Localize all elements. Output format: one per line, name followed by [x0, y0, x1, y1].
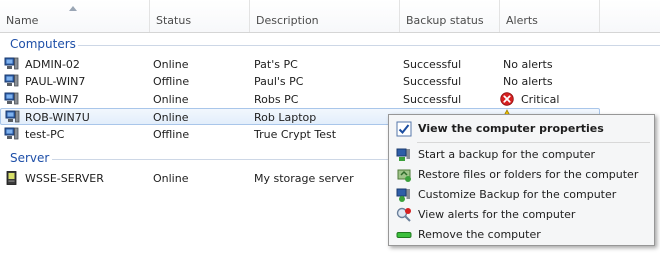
alerts-cell: Critical — [521, 93, 560, 106]
status-cell: Online — [153, 93, 189, 106]
start-backup-icon — [396, 148, 410, 161]
column-description[interactable]: Description — [250, 0, 400, 32]
status-cell: Online — [153, 111, 189, 124]
menu-item-remove[interactable]: Remove the computer — [391, 225, 652, 244]
context-menu: View the computer properties Start a bac… — [388, 114, 655, 246]
group-label-server[interactable]: Server — [10, 151, 49, 165]
computer-name: PAUL-WIN7 — [25, 75, 86, 88]
computer-name: ADMIN-02 — [25, 58, 80, 71]
computer-icon — [4, 127, 19, 140]
status-cell: Offline — [153, 128, 190, 141]
menu-item-label: Start a backup for the computer — [418, 148, 596, 161]
menu-item-view-alerts[interactable]: View alerts for the computer — [391, 205, 652, 224]
computer-name: test-PC — [25, 128, 65, 141]
computer-icon — [4, 92, 19, 105]
table-row[interactable]: PAUL-WIN7 Offline Paul's PC Successful N… — [0, 73, 600, 90]
computer-name: WSSE-SERVER — [25, 172, 104, 185]
status-cell: Offline — [153, 75, 190, 88]
alerts-cell: No alerts — [503, 75, 553, 88]
remove-icon — [396, 232, 412, 238]
alerts-cell: No alerts — [503, 58, 553, 71]
restore-files-icon — [397, 169, 411, 182]
description-cell: Pat's PC — [254, 58, 298, 71]
critical-alert-icon — [500, 92, 514, 106]
backup-status-cell: Successful — [403, 75, 462, 88]
column-status[interactable]: Status — [150, 0, 250, 32]
menu-item-label: View alerts for the computer — [418, 208, 576, 221]
menu-item-label: Remove the computer — [418, 228, 541, 241]
computer-icon — [4, 57, 19, 70]
properties-checkbox-icon — [396, 121, 412, 137]
menu-item-start-backup[interactable]: Start a backup for the computer — [391, 145, 652, 164]
column-backup-status[interactable]: Backup status — [400, 0, 500, 32]
column-name[interactable]: Name — [0, 0, 150, 32]
group-divider — [52, 159, 388, 160]
table-row[interactable]: ADMIN-02 Online Pat's PC Successful No a… — [0, 56, 600, 73]
menu-item-label: Restore files or folders for the compute… — [418, 168, 639, 181]
group-label-computers[interactable]: Computers — [10, 37, 76, 51]
menu-item-customize-backup[interactable]: Customize Backup for the computer — [391, 185, 652, 204]
menu-separator — [417, 142, 650, 143]
description-cell: My storage server — [254, 172, 354, 185]
view-alerts-icon — [396, 207, 411, 222]
backup-status-cell: Successful — [403, 58, 462, 71]
menu-item-label: View the computer properties — [418, 122, 604, 135]
backup-status-cell: Successful — [403, 93, 462, 106]
computer-icon — [4, 74, 19, 87]
status-cell: Online — [153, 172, 189, 185]
status-cell: Online — [153, 58, 189, 71]
menu-item-label: Customize Backup for the computer — [418, 188, 617, 201]
column-header: Name Status Description Backup status Al… — [0, 0, 660, 33]
computer-name: Rob-WIN7 — [25, 93, 79, 106]
table-row[interactable]: Rob-WIN7 Online Robs PC Successful Criti… — [0, 91, 600, 108]
server-icon — [6, 171, 17, 185]
customize-backup-icon — [396, 188, 410, 202]
description-cell: Rob Laptop — [254, 111, 317, 124]
computer-name: ROB-WIN7U — [25, 111, 90, 124]
description-cell: Paul's PC — [254, 75, 304, 88]
menu-item-restore-files[interactable]: Restore files or folders for the compute… — [391, 165, 652, 184]
description-cell: True Crypt Test — [254, 128, 337, 141]
column-alerts[interactable]: Alerts — [500, 0, 600, 32]
menu-item-view-properties[interactable]: View the computer properties — [391, 119, 652, 138]
group-divider — [78, 45, 660, 46]
computer-icon — [5, 110, 20, 123]
description-cell: Robs PC — [254, 93, 299, 106]
